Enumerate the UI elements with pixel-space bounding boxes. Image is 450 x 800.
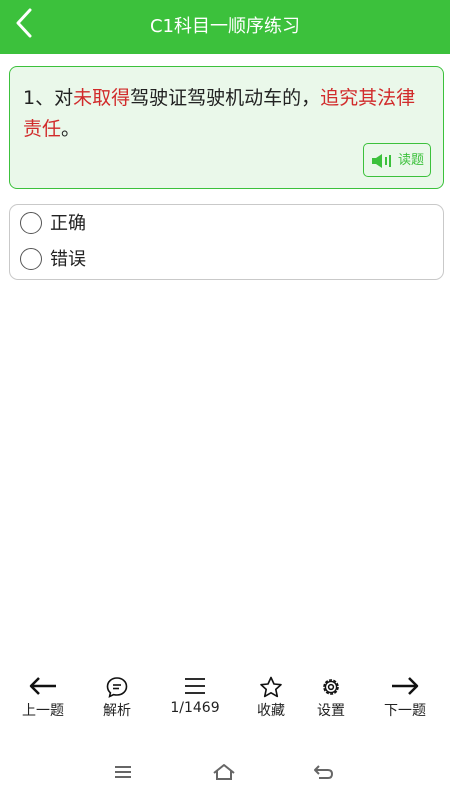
question-list-button[interactable]: 1/1469	[155, 670, 235, 726]
analysis-label: 解析	[103, 703, 131, 719]
option-true[interactable]: 正确	[20, 207, 420, 243]
option-label: 错误	[50, 249, 86, 270]
progress-counter: 1/1469	[170, 700, 220, 716]
star-icon	[260, 676, 282, 698]
options-card: 正确 错误	[9, 204, 444, 280]
question-text: 1、对未取得驾驶证驾驶机动车的，追究其法律责任。	[23, 83, 433, 145]
option-false[interactable]: 错误	[20, 243, 420, 279]
recent-apps-button[interactable]	[103, 762, 143, 790]
system-back-button[interactable]	[303, 762, 343, 790]
page-title: C1科目一顺序练习	[149, 16, 301, 37]
option-label: 正确	[50, 213, 86, 234]
question-number: 1、	[23, 87, 55, 109]
question-part: 。	[61, 118, 81, 140]
radio-circle-icon[interactable]	[20, 212, 42, 234]
radio-circle-icon[interactable]	[20, 248, 42, 270]
list-icon	[185, 678, 205, 694]
home-icon	[213, 764, 235, 780]
settings-button[interactable]: 设置	[291, 670, 371, 726]
read-question-button[interactable]: 读题	[363, 143, 431, 177]
home-button[interactable]	[204, 762, 244, 790]
analysis-button[interactable]: 解析	[77, 670, 157, 726]
settings-label: 设置	[317, 703, 345, 719]
menu-icon	[115, 766, 131, 778]
return-icon	[314, 765, 334, 779]
next-question-button[interactable]: 下一题	[365, 670, 445, 726]
prev-question-button[interactable]: 上一题	[3, 670, 83, 726]
arrow-left-icon	[29, 677, 56, 695]
prev-question-label: 上一题	[22, 703, 64, 719]
read-question-label: 读题	[398, 153, 425, 168]
system-nav-bar	[0, 752, 450, 800]
question-part: 驾驶证驾驶机动车的，	[130, 87, 321, 109]
speaker-icon	[372, 154, 391, 168]
arrow-right-icon	[392, 677, 419, 695]
question-highlight: 未取得	[73, 87, 131, 109]
app-header: C1科目一顺序练习	[0, 0, 450, 54]
next-question-label: 下一题	[384, 703, 426, 719]
bottom-toolbar: 上一题 解析 1/1469 收藏 设置 下一题	[0, 670, 450, 730]
question-card: 1、对未取得驾驶证驾驶机动车的，追究其法律责任。 读题	[9, 66, 444, 189]
question-part: 对	[54, 87, 74, 109]
comment-icon	[106, 677, 128, 698]
gear-icon	[323, 679, 339, 695]
